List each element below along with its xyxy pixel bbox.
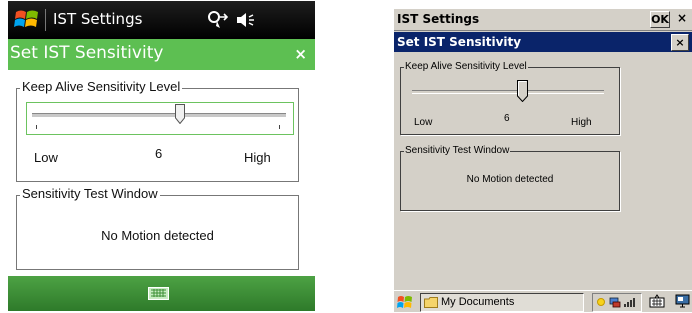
- soft-key-bar: [8, 276, 315, 311]
- close-button[interactable]: ×: [294, 45, 307, 63]
- ce-low-label: Low: [414, 117, 433, 128]
- folder-icon: [424, 297, 438, 308]
- dialog-close-button[interactable]: ×: [671, 34, 689, 51]
- windows-ce-screen: IST Settings OK × Set IST Sensitivity × …: [394, 9, 692, 312]
- title-bar: IST Settings: [8, 1, 315, 39]
- sun-icon[interactable]: [595, 296, 607, 308]
- start-icon[interactable]: [396, 294, 414, 310]
- ce-dialog-title: Set IST Sensitivity: [397, 35, 522, 49]
- dialog-title: Set IST Sensitivity: [10, 43, 164, 63]
- slider-focus-box: [26, 102, 294, 135]
- slider-tick-max: [279, 125, 280, 129]
- ce-motion-status: No Motion detected: [466, 174, 554, 185]
- title-separator: [45, 9, 46, 31]
- high-label: High: [244, 150, 271, 165]
- keep-alive-group-label: Keep Alive Sensitivity Level: [20, 79, 183, 94]
- ce-app-title: IST Settings: [397, 12, 480, 26]
- ce-test-window-group-label: Sensitivity Test Window: [404, 145, 511, 156]
- system-tray: [592, 293, 642, 312]
- sensitivity-slider-track[interactable]: [32, 113, 286, 118]
- ce-keyboard-icon[interactable]: [649, 294, 665, 309]
- windows-logo-icon[interactable]: [14, 7, 40, 33]
- task-button-label: My Documents: [441, 296, 515, 308]
- ce-dialog-header: Set IST Sensitivity ×: [394, 32, 692, 52]
- ce-taskbar: My Documents: [394, 290, 692, 312]
- windows-mobile-screen: IST Settings Set IST Sensitivity × Keep …: [8, 1, 315, 311]
- dialog-header: Set IST Sensitivity ×: [8, 39, 315, 70]
- motion-status: No Motion detected: [101, 228, 214, 243]
- signal-icon[interactable]: [624, 296, 636, 308]
- ce-keep-alive-group-label: Keep Alive Sensitivity Level: [404, 61, 528, 72]
- connectivity-icon[interactable]: [206, 9, 228, 31]
- my-documents-task-button[interactable]: My Documents: [420, 293, 584, 312]
- app-title: IST Settings: [53, 10, 143, 28]
- ce-sensitivity-slider-thumb[interactable]: [517, 80, 528, 102]
- sensitivity-value: 6: [155, 146, 163, 161]
- network-icon[interactable]: [609, 296, 621, 308]
- ce-sensitivity-slider-track[interactable]: [412, 90, 604, 94]
- slider-tick-min: [36, 125, 37, 129]
- desktop-icon[interactable]: [675, 294, 690, 309]
- ok-button[interactable]: OK: [650, 11, 670, 28]
- ce-title-bar: IST Settings OK ×: [394, 9, 692, 31]
- sensitivity-slider-thumb[interactable]: [175, 104, 185, 124]
- app-close-button[interactable]: ×: [674, 11, 690, 26]
- ce-high-label: High: [571, 117, 592, 128]
- low-label: Low: [34, 150, 58, 165]
- ce-sensitivity-value: 6: [504, 113, 510, 124]
- keyboard-icon[interactable]: [148, 287, 169, 300]
- test-window-group-label: Sensitivity Test Window: [20, 186, 160, 201]
- volume-icon[interactable]: [235, 10, 255, 30]
